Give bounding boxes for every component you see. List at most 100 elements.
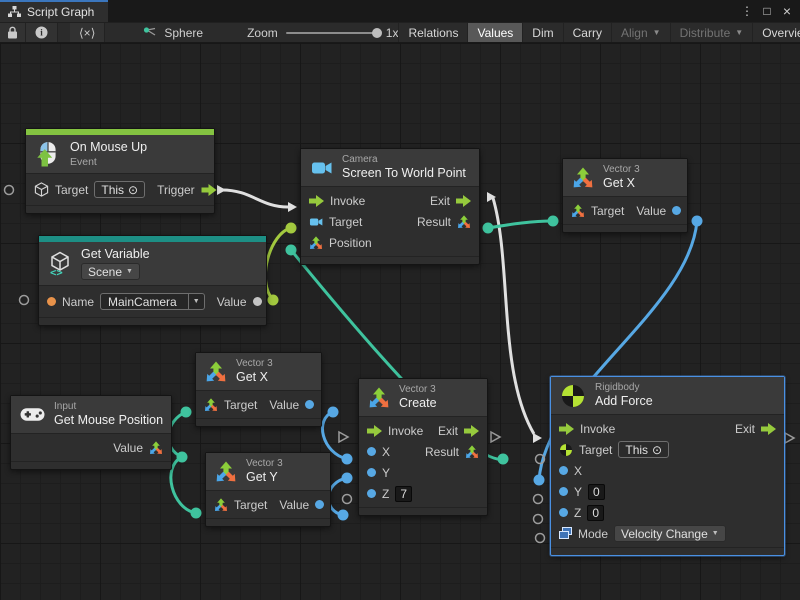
target-self-chip[interactable]: This⊙ — [618, 441, 669, 458]
target-label: Target — [55, 183, 88, 197]
variable-name-dropdown[interactable]: MainCamera▼ — [100, 293, 205, 310]
mouse-up-icon — [35, 141, 61, 167]
zoom-slider-knob[interactable] — [372, 28, 382, 38]
flow-arrow-icon — [309, 195, 324, 207]
node-category: Rigidbody — [595, 382, 653, 393]
node-title: Get Mouse Position — [54, 413, 163, 428]
tab-script-graph[interactable]: Script Graph — [0, 0, 108, 22]
maximize-icon[interactable]: □ — [758, 4, 776, 18]
flow-arrow-icon — [761, 423, 776, 435]
value-label: Value — [279, 498, 309, 512]
float-port[interactable] — [559, 508, 568, 517]
values-button[interactable]: Values — [468, 23, 523, 42]
target-self-chip[interactable]: This⊙ — [94, 181, 145, 198]
float-port[interactable] — [367, 468, 376, 477]
port-addforce-invoke-arrowhead[interactable] — [533, 433, 542, 443]
tab-title: Script Graph — [27, 5, 94, 19]
float-port[interactable] — [559, 487, 568, 496]
z-value-field[interactable]: 7 — [395, 486, 412, 502]
carry-button[interactable]: Carry — [564, 23, 612, 42]
value-port[interactable] — [253, 297, 262, 306]
variable-scope-dropdown[interactable]: Scene▼ — [81, 263, 140, 280]
overview-button[interactable]: Overview — [753, 23, 800, 42]
node-add-force[interactable]: Rigidbody Add Force Invoke Exit Target T… — [550, 376, 785, 556]
z-value-field[interactable]: 0 — [587, 505, 604, 521]
node-title: Get X — [603, 176, 640, 191]
target-label: Target — [234, 498, 267, 512]
force-mode-dropdown[interactable]: Velocity Change▼ — [614, 525, 726, 542]
relations-button[interactable]: Relations — [398, 23, 468, 42]
vector3-icon — [571, 204, 585, 218]
window-controls: ⋮ □ × — [738, 0, 800, 22]
port-exit-out[interactable] — [487, 192, 496, 202]
distribute-button[interactable]: Distribute▼ — [671, 23, 754, 42]
graph-canvas[interactable]: On Mouse Up Event Target This⊙ Trigger — [0, 43, 800, 600]
node-on-mouse-up[interactable]: On Mouse Up Event Target This⊙ Trigger — [25, 128, 215, 214]
menu-icon[interactable]: ⋮ — [738, 4, 756, 18]
port-addforce-exit[interactable] — [785, 433, 794, 443]
float-port[interactable] — [672, 206, 681, 215]
node-vector3-create[interactable]: Vector 3 Create Invoke Exit X Result — [358, 378, 488, 516]
title-bar: Script Graph ⋮ □ × — [0, 0, 800, 22]
wire-mouse-to-gety-target[interactable] — [171, 457, 196, 513]
port-invoke-in-arrowhead[interactable] — [288, 202, 297, 212]
inspect-button[interactable]: i — [26, 23, 58, 42]
node-get-mouse-position[interactable]: Input Get Mouse Position Value — [10, 395, 172, 470]
float-port[interactable] — [315, 500, 324, 509]
port-create-invoke[interactable] — [339, 432, 348, 442]
node-screen-to-world-point[interactable]: Camera Screen To World Point Invoke Exit… — [300, 148, 480, 265]
align-button[interactable]: Align▼ — [612, 23, 671, 42]
vector3-icon — [149, 441, 163, 455]
float-port[interactable] — [367, 447, 376, 456]
vector3-icon — [205, 361, 227, 383]
y-value-field[interactable]: 0 — [588, 484, 605, 500]
svg-text:<>: <> — [50, 267, 63, 277]
float-port[interactable] — [367, 489, 376, 498]
lock-button[interactable] — [0, 23, 26, 42]
wire-gety-to-create-y[interactable] — [328, 478, 347, 515]
string-port[interactable] — [47, 297, 56, 306]
value-label: Value — [217, 295, 247, 309]
target-picker-icon: ⊙ — [128, 183, 138, 197]
exit-label: Exit — [735, 422, 755, 436]
chevron-down-icon: ▼ — [653, 28, 661, 37]
node-category: Vector 3 — [236, 358, 273, 369]
chevron-down-icon: ▼ — [712, 530, 719, 537]
port-create-exit[interactable] — [491, 432, 500, 442]
force-mode-icon — [559, 527, 572, 540]
node-get-y[interactable]: Vector 3 Get Y Target Value — [205, 452, 331, 527]
port-trigger-out[interactable] — [217, 185, 226, 195]
chevron-down-icon: ▼ — [188, 294, 204, 309]
node-get-x-mid[interactable]: Vector 3 Get X Target Value — [195, 352, 322, 427]
gameobject-icon — [34, 182, 49, 197]
flow-arrow-icon — [201, 184, 217, 196]
zoom-control: Zoom 1x — [247, 23, 398, 42]
node-title: On Mouse Up — [70, 140, 147, 155]
value-label: Value — [113, 441, 143, 455]
node-get-variable[interactable]: <> Get Variable Scene▼ Name MainCamera▼ … — [38, 235, 267, 326]
wire-variable-to-camera-target[interactable] — [265, 228, 291, 300]
rigidbody-icon — [559, 443, 573, 457]
float-port[interactable] — [559, 466, 568, 475]
flow-arrow-icon — [456, 195, 471, 207]
name-label: Name — [62, 295, 94, 309]
info-icon: i — [35, 26, 48, 39]
node-get-x-top[interactable]: Vector 3 Get X Target Value — [562, 158, 688, 233]
dim-button[interactable]: Dim — [523, 23, 563, 42]
wire-trigger-to-invoke[interactable] — [222, 190, 288, 207]
close-icon[interactable]: × — [778, 3, 796, 19]
vector3-icon — [204, 398, 218, 412]
nest-graph-icon — [143, 26, 158, 39]
invoke-label: Invoke — [580, 422, 615, 436]
vector3-icon — [309, 236, 323, 250]
float-port[interactable] — [305, 400, 314, 409]
wire-result-to-getx-target[interactable] — [488, 221, 553, 228]
vector3-icon — [465, 445, 479, 459]
wire-exit-to-addforce-invoke[interactable] — [493, 198, 534, 434]
flow-arrow-icon — [464, 425, 479, 437]
zoom-slider[interactable] — [286, 32, 378, 34]
breadcrumb[interactable]: Sphere — [133, 23, 213, 42]
graph-toolbar: i ⟨×⟩ Sphere Zoom 1x Relations Values Di… — [0, 22, 800, 43]
target-label: Target — [591, 204, 624, 218]
edit-graph-button[interactable]: ⟨×⟩ — [70, 23, 105, 42]
